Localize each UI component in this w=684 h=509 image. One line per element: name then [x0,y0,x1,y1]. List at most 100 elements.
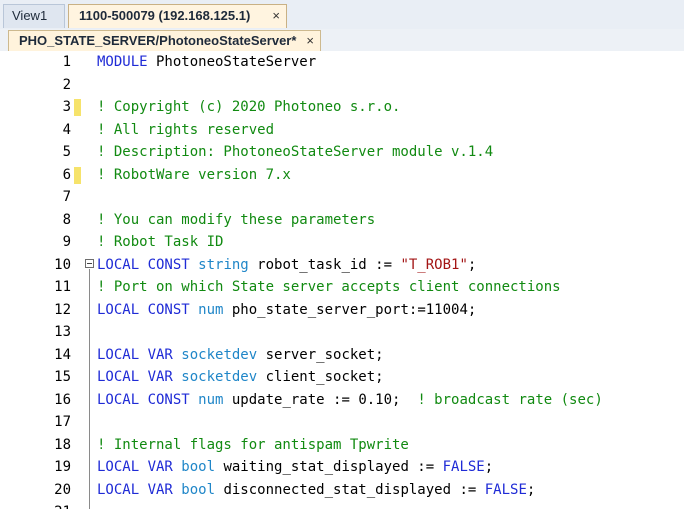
code-text: LOCAL VAR socketdev client_socket; [97,366,384,389]
code-token: ; [484,459,494,475]
line-number: 2 [62,76,71,93]
line-number: 11 [54,279,71,295]
code-line[interactable]: 16 LOCAL CONST num update_rate := 0.10; !… [0,389,684,412]
fold-guide-line [89,268,90,509]
line-number: 14 [54,346,71,363]
line-number: 8 [62,211,71,228]
code-line[interactable]: 10 LOCAL CONST string robot_task_id := "T… [0,254,684,277]
code-token: robot_task_id := [248,256,401,273]
code-line[interactable]: 2 [0,74,684,97]
line-number: 19 [54,459,71,475]
code-text: LOCAL CONST num update_rate := 0.10; ! b… [97,389,603,412]
code-token: FALSE [484,481,527,498]
line-number: 7 [62,189,71,205]
line-number: 20 [54,481,71,498]
code-line[interactable]: 9 ! Robot Task ID [0,231,684,254]
code-line[interactable]: 13 [0,321,684,344]
line-number: 16 [54,391,71,408]
document-tab-bar: PHO_STATE_SERVER/PhotoneoStateServer* × [0,29,684,52]
code-text: LOCAL VAR bool disconnected_stat_display… [97,479,535,502]
code-text: LOCAL CONST num pho_state_server_port:=1… [97,299,476,322]
line-number: 10 [54,256,71,273]
code-line[interactable]: 12 LOCAL CONST num pho_state_server_port:… [0,299,684,322]
code-token: LOCAL CONST [97,391,190,408]
code-token: socketdev [181,369,258,385]
code-token: PhotoneoStateServer [147,54,317,70]
code-token: LOCAL CONST [97,256,190,273]
code-line[interactable]: 21 [0,501,684,509]
window-tab-bar: View1 1100-500079 (192.168.125.1) × [0,0,684,30]
code-token: ! Robot Task ID [97,234,224,250]
line-number: 5 [62,144,71,160]
code-token: ; [467,256,477,273]
code-token: pho_state_server_port:=11004; [223,301,477,318]
code-token: MODULE [97,54,148,70]
code-token: LOCAL VAR [97,346,173,363]
code-text: ! Port on which State server accepts cli… [97,276,561,299]
code-line[interactable]: 4 ! All rights reserved [0,119,684,142]
code-line[interactable]: 8 ! You can modify these parameters [0,209,684,232]
code-line[interactable]: 14 LOCAL VAR socketdev server_socket; [0,344,684,367]
code-token: client_socket; [257,369,384,385]
code-text: LOCAL VAR socketdev server_socket; [97,344,384,367]
code-token: ! Copyright (c) 2020 Photoneo s.r.o. [97,99,401,115]
line-number: 12 [54,301,71,318]
code-token: num [198,391,224,408]
tab-controller[interactable]: 1100-500079 (192.168.125.1) × [68,4,287,28]
code-line[interactable]: 5 ! Description: PhotoneoStateServer modu… [0,141,684,164]
code-line[interactable]: 1 MODULE PhotoneoStateServer [0,51,684,74]
tab-view1-label: View1 [12,8,48,23]
code-text: LOCAL VAR bool waiting_stat_displayed :=… [97,456,493,479]
tab-document[interactable]: PHO_STATE_SERVER/PhotoneoStateServer* × [8,30,321,51]
code-text: ! Description: PhotoneoStateServer modul… [97,141,493,164]
code-text: ! All rights reserved [97,119,274,142]
code-text: LOCAL CONST string robot_task_id := "T_R… [97,254,476,277]
tab-controller-label: 1100-500079 (192.168.125.1) [79,8,251,23]
code-editor[interactable]: 1 MODULE PhotoneoStateServer 2 3 ! Copyright… [0,51,684,509]
code-line[interactable]: 11 ! Port on which State server accepts c… [0,276,684,299]
close-icon[interactable]: × [272,5,280,27]
code-token: ! You can modify these parameters [97,211,376,228]
line-number: 4 [62,121,71,138]
code-line[interactable]: 7 [0,186,684,209]
tab-view1[interactable]: View1 [3,4,65,28]
code-token: ! Port on which State server accepts cli… [97,279,561,295]
code-token: server_socket; [257,346,384,363]
line-number: 21 [0,501,71,509]
code-token: bool [181,481,216,498]
code-token: LOCAL VAR [97,481,173,498]
close-icon[interactable]: × [306,31,314,51]
line-number: 1 [62,54,71,70]
fold-toggle-icon[interactable] [85,258,94,268]
line-number: 9 [62,234,71,250]
change-marker [74,99,81,116]
code-token: ! RobotWare version 7.x [97,166,291,183]
line-number: 15 [54,369,71,385]
code-text: ! Copyright (c) 2020 Photoneo s.r.o. [97,96,400,119]
code-line[interactable]: 20 LOCAL VAR bool disconnected_stat_displ… [0,479,684,502]
line-number: 18 [54,436,71,453]
code-line[interactable]: 18 ! Internal flags for antispam Tpwrite [0,434,684,457]
code-line[interactable]: 19 LOCAL VAR bool waiting_stat_displayed … [0,456,684,479]
line-number: 3 [62,99,71,115]
code-token: update_rate := 0.10; [223,391,418,408]
code-token: ! Description: PhotoneoStateServer modul… [97,144,494,160]
code-token: LOCAL CONST [97,301,190,318]
code-line[interactable]: 3 ! Copyright (c) 2020 Photoneo s.r.o. [0,96,684,119]
code-token: ! broadcast rate (sec) [417,391,603,408]
code-line[interactable]: 15 LOCAL VAR socketdev client_socket; [0,366,684,389]
code-line[interactable]: 6 ! RobotWare version 7.x [0,164,684,187]
line-number: 13 [54,324,71,340]
code-token: disconnected_stat_displayed := [215,481,485,498]
code-token: "T_ROB1" [400,256,468,273]
code-text: ! You can modify these parameters [97,209,375,232]
code-text: ! Internal flags for antispam Tpwrite [97,434,409,457]
code-token: ; [526,481,536,498]
code-text: ! Robot Task ID [97,231,223,254]
code-line[interactable]: 17 [0,411,684,434]
code-token: waiting_stat_displayed := [215,459,443,475]
change-marker [74,166,81,184]
